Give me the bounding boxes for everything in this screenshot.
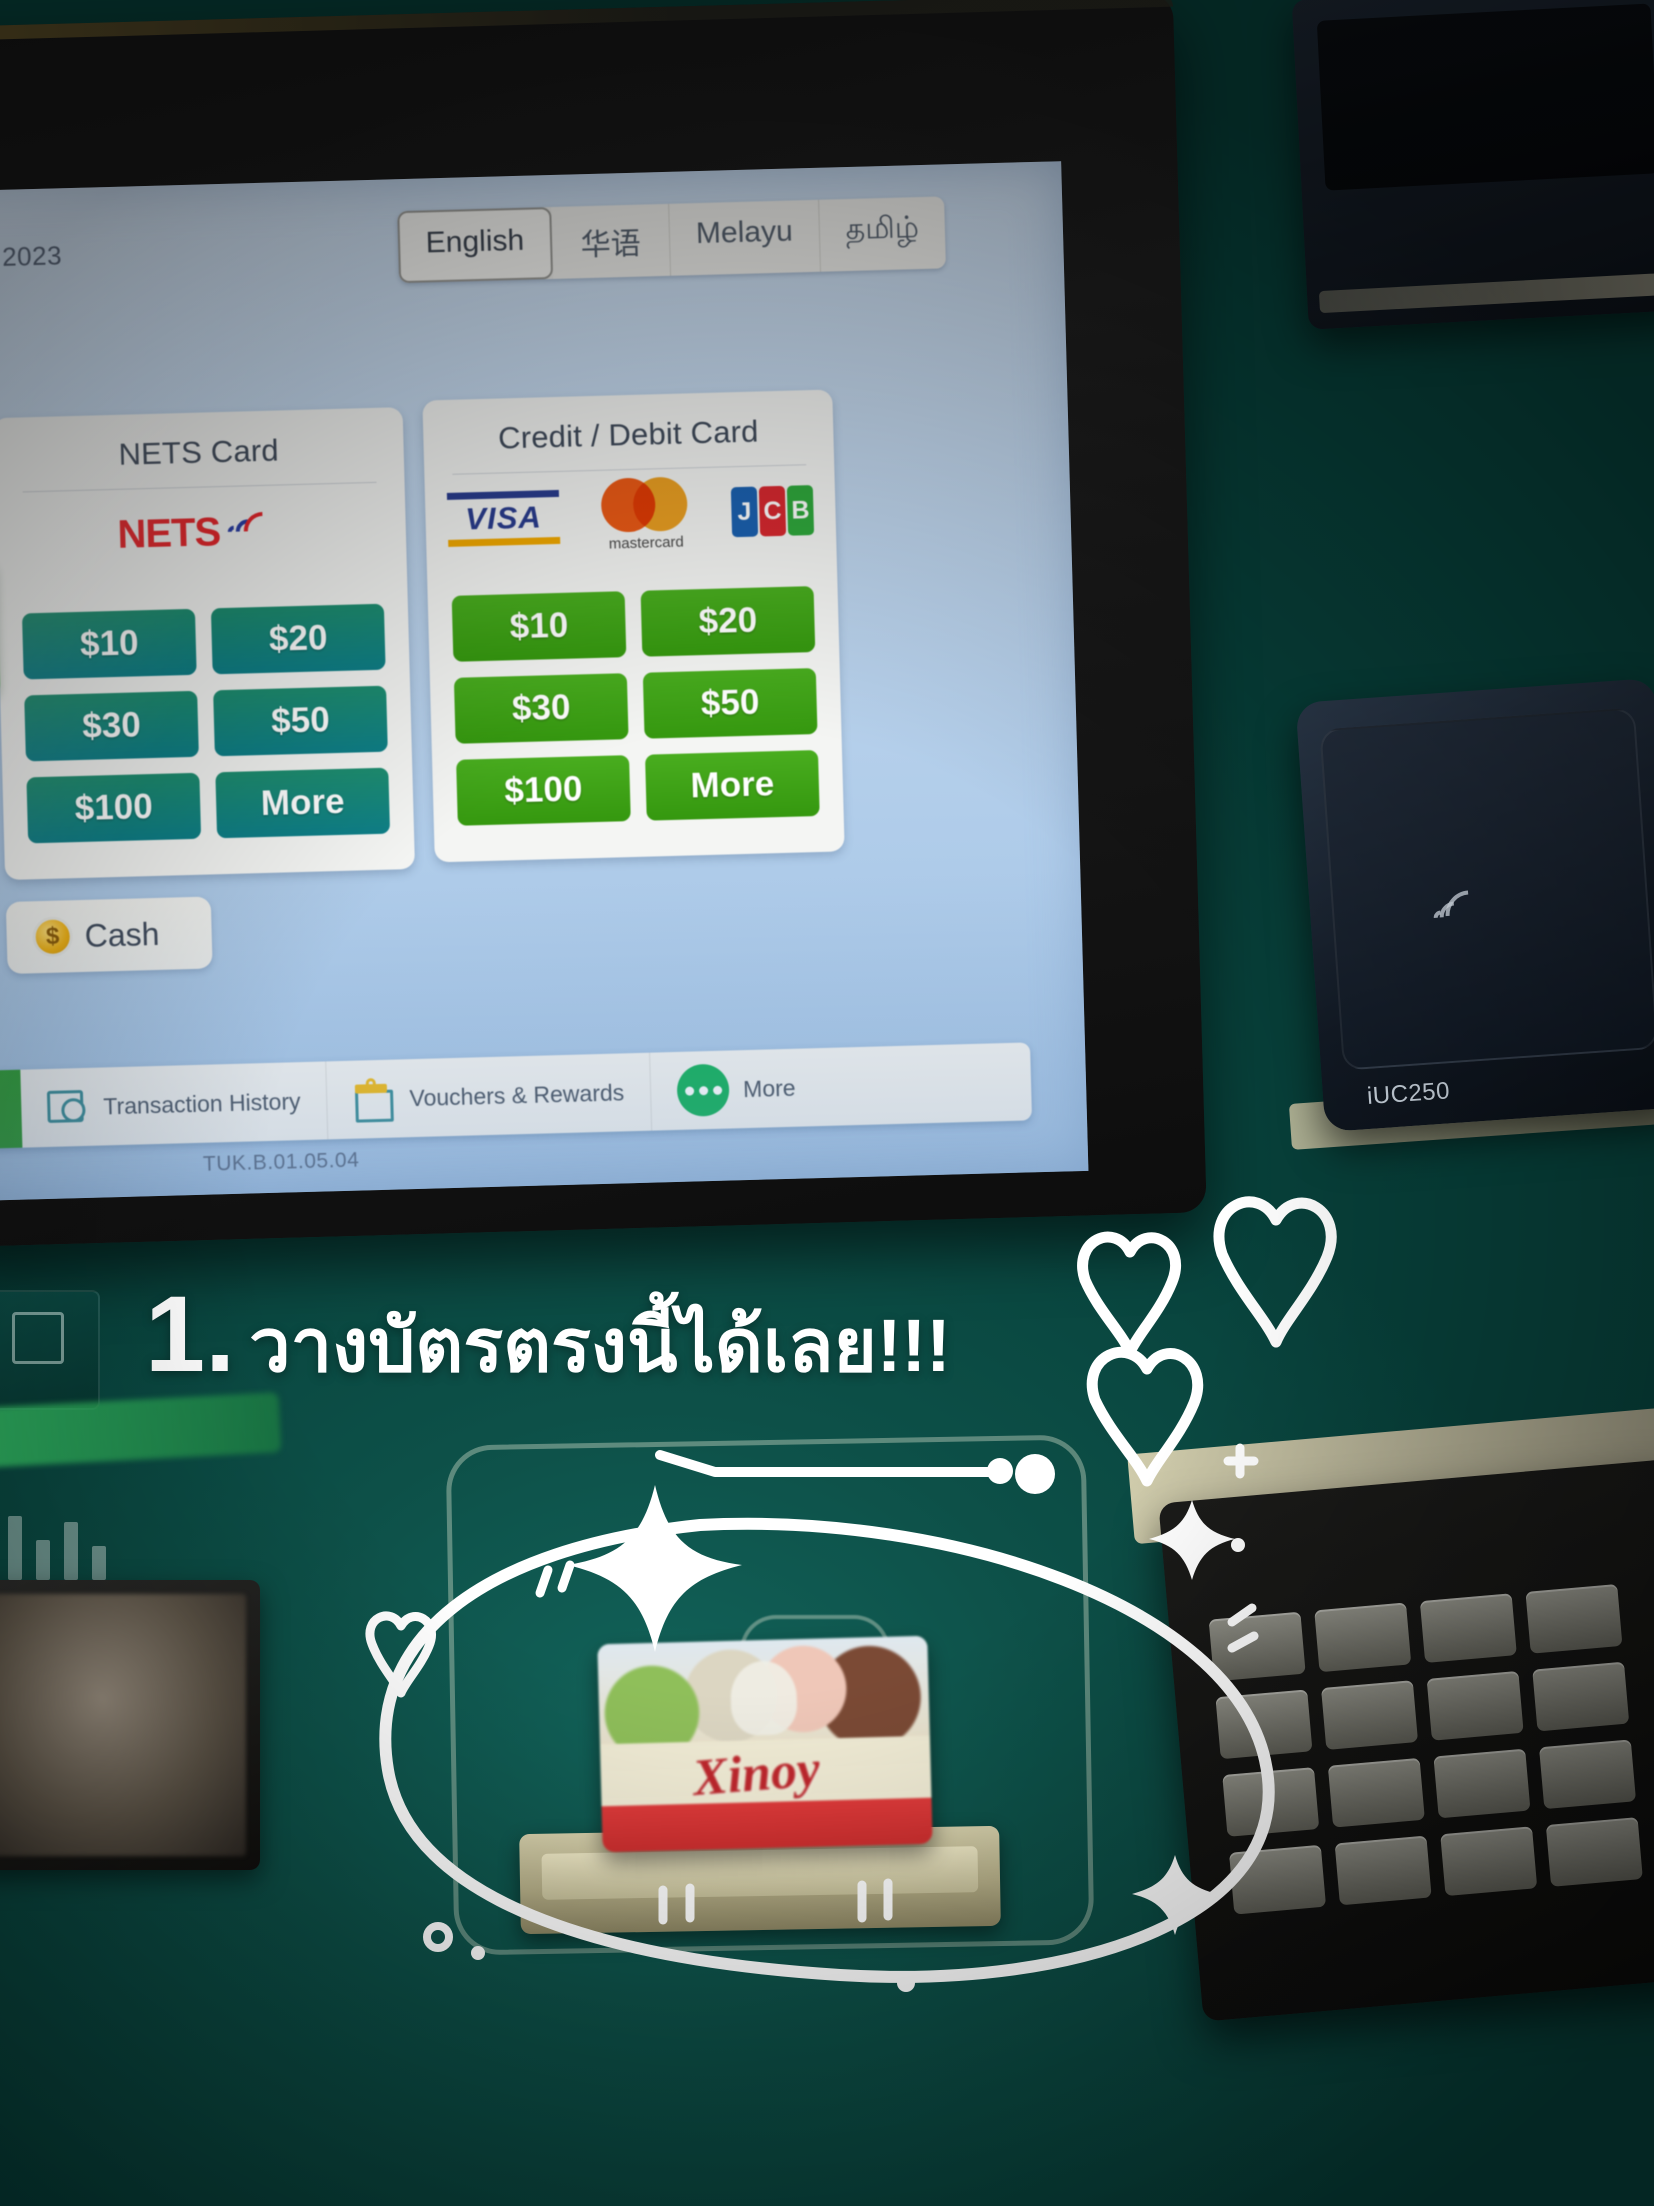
mastercard-yellow-circle	[632, 476, 688, 532]
cash-button-label: Cash	[84, 915, 160, 954]
pos-terminal-screen	[1316, 3, 1654, 191]
language-selector[interactable]: English 华语 Melayu தமிழ்	[396, 196, 946, 284]
visa-icon: VISA	[446, 489, 561, 547]
mastercard-circles	[585, 476, 706, 533]
reader-model-label: iUC250	[1366, 1077, 1451, 1111]
nav-transaction-history-label: Transaction History	[102, 1087, 301, 1119]
credit-panel-title: Credit / Debit Card	[497, 413, 760, 456]
pos-terminal-top	[1291, 0, 1654, 330]
mastercard-logo-text: mastercard	[608, 533, 685, 553]
jcb-icon: J C B	[730, 485, 815, 538]
nets-panel-title: NETS Card	[118, 432, 280, 472]
card-script-text: Xinoy	[691, 1740, 823, 1808]
nets-amount-30[interactable]: $30	[24, 690, 199, 762]
bottom-navigation-bar[interactable]: d Value Transaction History Vouchers & R…	[0, 1042, 1033, 1154]
credit-debit-card-panel: Credit / Debit Card VISA mastercard J C …	[422, 389, 845, 863]
credit-amount-30[interactable]: $30	[453, 673, 629, 744]
contactless-wave-icon	[1428, 877, 1511, 952]
language-tab-english[interactable]: English	[396, 207, 554, 284]
step-annotation: 1. วางบัตรตรงนี้ได้เลย!!!	[145, 1273, 951, 1394]
card-brand-logo-row: VISA mastercard J C B	[425, 470, 837, 559]
coin-icon: $	[32, 916, 74, 958]
step-number: 1.	[145, 1273, 236, 1394]
pos-terminal-edge	[1318, 272, 1654, 314]
current-date: 4 MAY 2023	[0, 240, 63, 274]
nets-card-panel: NETS Card NETS $10 $20 $30 $50 $100 More	[0, 407, 416, 881]
nets-logo: NETS	[116, 504, 291, 558]
nav-item-more[interactable]: More	[650, 1048, 822, 1131]
pin-pad-keys[interactable]	[1208, 1583, 1643, 1915]
nets-amount-grid[interactable]: $10 $20 $30 $50 $100 More	[21, 603, 391, 844]
nets-logo-text: NETS	[116, 509, 221, 557]
credit-amount-more[interactable]: More	[645, 750, 820, 821]
pin-pad[interactable]	[1158, 1458, 1654, 2022]
credit-amount-grid[interactable]: $10 $20 $30 $50 $100 More	[451, 586, 820, 826]
nets-amount-10[interactable]: $10	[21, 608, 197, 680]
left-display-inner	[0, 1594, 246, 1856]
nav-item-vouchers-rewards[interactable]: Vouchers & Rewards	[326, 1052, 653, 1140]
nav-vouchers-rewards-label: Vouchers & Rewards	[409, 1078, 625, 1111]
more-dots-icon	[676, 1063, 730, 1117]
history-icon	[47, 1088, 90, 1127]
credit-amount-100[interactable]: $100	[456, 755, 631, 826]
nets-amount-50[interactable]: $50	[213, 685, 388, 757]
jcb-letter-b: B	[786, 485, 815, 536]
nets-amount-20[interactable]: $20	[210, 603, 386, 675]
payment-options-row: cepas eb 2029 NETS Card NETS $10 $20 $30	[0, 389, 1088, 894]
credit-amount-50[interactable]: $50	[642, 668, 818, 739]
step-instruction-text: วางบัตรตรงนี้ได้เลย!!!	[249, 1304, 951, 1387]
cash-payment-button[interactable]: $ Cash	[5, 896, 213, 975]
nav-more-label: More	[742, 1074, 796, 1102]
language-tab-malay[interactable]: Melayu	[669, 199, 821, 276]
nets-logo-row: NETS	[0, 488, 407, 577]
gift-icon	[353, 1078, 396, 1119]
nets-amount-more[interactable]: More	[215, 767, 391, 839]
nav-item-add-value[interactable]: d Value	[0, 1069, 23, 1154]
ez-link-tourist-card[interactable]: Xinoy	[597, 1635, 933, 1853]
credit-amount-20[interactable]: $20	[640, 586, 816, 657]
language-tab-tamil[interactable]: தமிழ்	[818, 196, 946, 272]
software-version-label: TUK.B.01.05.04	[202, 1148, 360, 1176]
jcb-letter-j: J	[730, 486, 759, 538]
left-side-panel	[0, 1290, 100, 1410]
nav-item-transaction-history[interactable]: Transaction History	[20, 1061, 329, 1148]
nets-amount-100[interactable]: $100	[26, 772, 202, 844]
contactless-card-reader[interactable]: iUC250 iñ	[1295, 677, 1654, 1133]
nets-contactless-waves-icon	[225, 504, 291, 558]
kiosk-touchscreen[interactable]: 4 MAY 2023 ount English 华语 Melayu தமிழ்	[0, 161, 1089, 1205]
left-secondary-display	[0, 1580, 260, 1870]
left-grip-bars	[0, 1510, 230, 1580]
mastercard-icon: mastercard	[585, 476, 707, 553]
language-tab-chinese[interactable]: 华语	[551, 203, 672, 279]
visa-logo-text: VISA	[464, 499, 543, 537]
jcb-letter-c: C	[758, 485, 787, 537]
credit-amount-10[interactable]: $10	[451, 591, 627, 662]
